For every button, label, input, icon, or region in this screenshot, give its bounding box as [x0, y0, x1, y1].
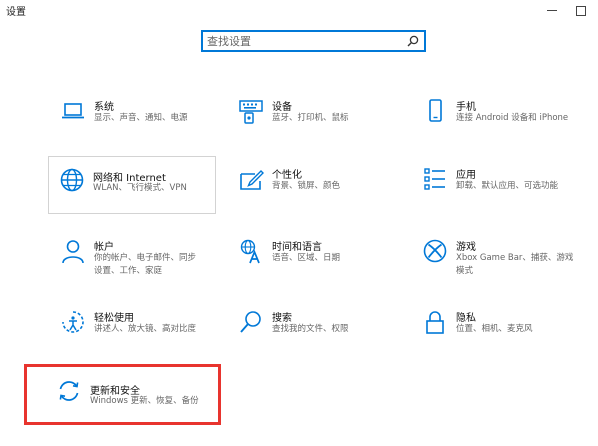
- tile-description: 查找我的文件、权限: [272, 324, 349, 334]
- tile-phone[interactable]: 手机 连接 Android 设备和 iPhone: [414, 94, 582, 164]
- tile-name: 隐私: [456, 313, 476, 324]
- person-icon: [62, 240, 84, 264]
- apps-list-icon: [424, 168, 445, 190]
- window-title: 设置: [6, 7, 26, 18]
- keyboard-icon: [239, 100, 263, 124]
- tile-apps[interactable]: 应用 卸载、默认应用、可选功能: [414, 162, 582, 232]
- tile-time-language[interactable]: 时间和语言 语音、区域、日期: [230, 234, 398, 304]
- tile-name: 设备: [272, 102, 292, 113]
- title-bar: 设置: [0, 0, 598, 22]
- search-icon[interactable]: [406, 34, 420, 48]
- tile-description: WLAN、飞行模式、VPN: [93, 183, 187, 193]
- tile-description: Xbox Game Bar、捕获、游戏模式: [456, 253, 574, 276]
- tile-name: 系统: [94, 102, 114, 113]
- paint-icon: [240, 170, 264, 190]
- tile-description: 讲述人、放大镜、高对比度: [94, 324, 197, 334]
- tile-name: 个性化: [272, 170, 302, 181]
- lock-icon: [426, 311, 444, 334]
- xbox-icon: [423, 239, 447, 263]
- tile-name: 帐户: [94, 242, 114, 253]
- tile-name: 游戏: [456, 242, 476, 253]
- tile-network[interactable]: 网络和 Internet WLAN、飞行模式、VPN: [48, 156, 216, 214]
- search-input[interactable]: [207, 33, 397, 49]
- laptop-icon: [62, 103, 84, 119]
- tile-name: 轻松使用: [94, 313, 134, 324]
- tile-search[interactable]: 搜索 查找我的文件、权限: [230, 305, 398, 375]
- phone-icon: [429, 99, 442, 122]
- tile-accounts[interactable]: 帐户 你的帐户、电子邮件、同步设置、工作、家庭: [52, 234, 220, 304]
- tile-devices[interactable]: 设备 蓝牙、打印机、鼠标: [230, 94, 398, 164]
- tile-description: 连接 Android 设备和 iPhone: [456, 113, 569, 123]
- language-icon: [240, 239, 260, 264]
- search-icon: [240, 311, 261, 333]
- search-box[interactable]: [201, 30, 426, 52]
- tile-system[interactable]: 系统 显示、声音、通知、电源: [52, 94, 220, 164]
- tile-name: 手机: [456, 102, 476, 113]
- tile-privacy[interactable]: 隐私 位置、相机、麦克风: [414, 305, 582, 375]
- highlight-box: [24, 364, 221, 425]
- tile-description: 背景、锁屏、颜色: [272, 181, 341, 191]
- ease-of-access-icon: [62, 311, 84, 333]
- tile-name: 时间和语言: [272, 242, 322, 253]
- tile-name: 搜索: [272, 313, 292, 324]
- tile-description: 位置、相机、麦克风: [456, 324, 533, 334]
- tile-description: 卸载、默认应用、可选功能: [456, 181, 559, 191]
- globe-icon: [60, 168, 84, 192]
- tile-gaming[interactable]: 游戏 Xbox Game Bar、捕获、游戏模式: [414, 234, 582, 304]
- tile-description: 语音、区域、日期: [272, 253, 341, 263]
- tile-description: 你的帐户、电子邮件、同步设置、工作、家庭: [94, 253, 197, 276]
- minimize-button[interactable]: [542, 2, 562, 18]
- tile-description: 蓝牙、打印机、鼠标: [272, 113, 349, 123]
- tile-name: 应用: [456, 170, 476, 181]
- maximize-button[interactable]: [570, 2, 590, 18]
- tile-description: 显示、声音、通知、电源: [94, 113, 188, 123]
- tile-personalization[interactable]: 个性化 背景、锁屏、颜色: [230, 162, 398, 232]
